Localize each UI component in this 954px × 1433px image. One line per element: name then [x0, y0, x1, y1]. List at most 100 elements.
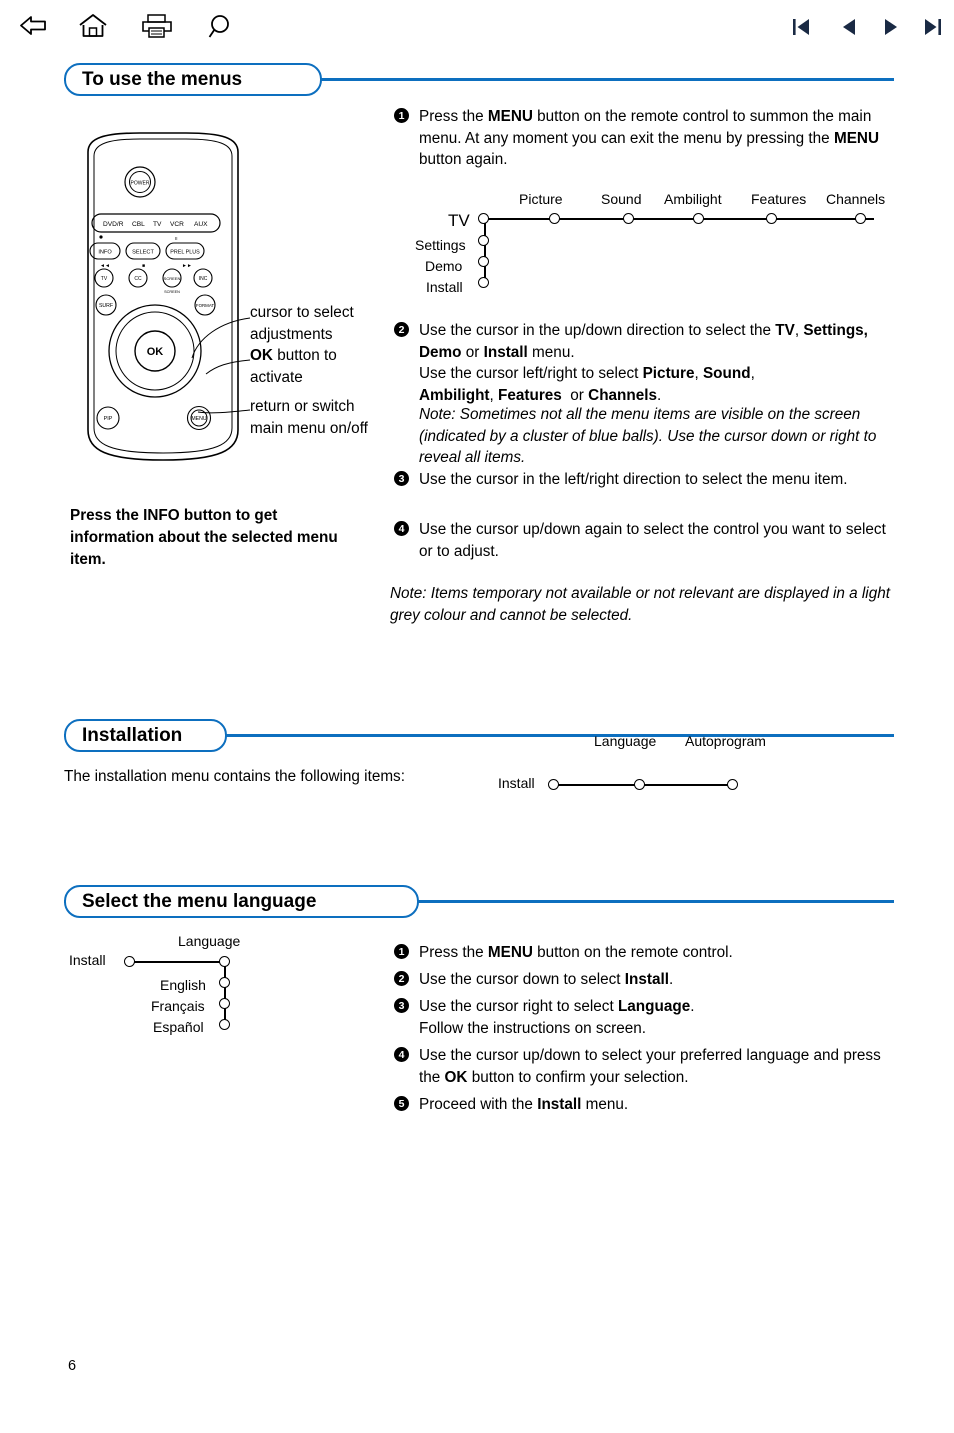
lang-step-bullet-4: 4: [394, 1047, 409, 1062]
step-4-label: Use the cursor up/down again to select t…: [419, 521, 886, 560]
step-bullet-2: 2: [394, 322, 409, 337]
lang-step-2-text: Use the cursor down to select Install.: [419, 971, 674, 988]
section-title-language-text: Select the menu language: [82, 891, 317, 912]
home-icon[interactable]: [78, 13, 108, 44]
step-1-text: Press the MENU button on the remote cont…: [419, 108, 879, 168]
previous-page-icon[interactable]: [838, 16, 860, 43]
tree-vline: [484, 218, 486, 286]
install-node-autoprogram: [727, 779, 738, 790]
tree-node-sound: [623, 213, 634, 224]
section-title-installation-text: Installation: [82, 725, 183, 746]
print-icon[interactable]: [140, 14, 174, 43]
callout-cursor: cursor to select adjustments: [250, 302, 390, 345]
tree-node-install: [478, 277, 489, 288]
step-bullet-4: 4: [394, 521, 409, 536]
info-button-note-text: Press the INFO button to get information…: [70, 507, 338, 568]
tree-node-tv: [478, 213, 489, 224]
tree-node-channels: [855, 213, 866, 224]
tree-node-demo: [478, 256, 489, 267]
svg-text:PIP: PIP: [104, 416, 113, 422]
svg-text:TV: TV: [101, 276, 108, 282]
svg-text:INC: INC: [199, 276, 208, 282]
lang-step-3-text: Use the cursor right to select Language.…: [419, 998, 695, 1037]
tree-row-tv: TV: [448, 211, 470, 230]
install-node-language: [634, 779, 645, 790]
step-bullet-3: 3: [394, 471, 409, 486]
callout-ok: OK button to activate: [250, 345, 400, 388]
installation-intro-text: The installation menu contains the follo…: [64, 768, 405, 785]
svg-text:CBL: CBL: [132, 221, 145, 228]
language-node-install: [124, 956, 135, 967]
tree-node-settings: [478, 235, 489, 246]
callout-ok-bold: OK: [250, 347, 273, 364]
svg-text:SELECT: SELECT: [132, 250, 154, 256]
info-button-note: Press the INFO button to get information…: [70, 505, 360, 571]
tree-col-features: Features: [751, 191, 807, 207]
svg-text:SURF: SURF: [99, 303, 113, 309]
svg-text:■: ■: [142, 263, 145, 269]
tree-node-ambilight: [693, 213, 704, 224]
svg-text:CC: CC: [134, 276, 142, 282]
viewer-toolbar: [0, 0, 954, 52]
step-2-text: Use the cursor in the up/down direction …: [419, 322, 868, 404]
callout-ok-line2: activate: [250, 368, 303, 386]
note-cluster: Note: Sometimes not all the menu items a…: [419, 404, 897, 469]
language-hline: [130, 961, 225, 963]
search-icon[interactable]: [208, 14, 236, 45]
language-vline: [224, 961, 226, 1027]
first-page-icon[interactable]: [790, 16, 812, 43]
tree-col-channels: Channels: [826, 191, 886, 207]
tree-row-demo: Demo: [425, 258, 463, 274]
install-col-autoprogram: Autoprogram: [685, 733, 766, 749]
section-title-language: Select the menu language: [64, 885, 419, 918]
svg-text:DVD/R: DVD/R: [103, 221, 124, 228]
callout-leaders: [191, 317, 251, 414]
callout-cursor-line1: cursor to select: [250, 304, 354, 321]
note-cluster-text: Note: Sometimes not all the menu items a…: [419, 406, 877, 466]
back-arrow-icon[interactable]: [18, 14, 48, 43]
note-grey: Note: Items temporary not available or n…: [390, 583, 898, 626]
callout-return-line2: main menu on/off: [250, 419, 368, 437]
tree-row-settings: Settings: [415, 237, 466, 253]
language-top-label: Language: [178, 933, 241, 949]
svg-text:INFO: INFO: [98, 250, 112, 256]
next-page-icon[interactable]: [880, 16, 902, 43]
svg-text:POWER: POWER: [131, 181, 150, 187]
lang-step-5-text: Proceed with the Install menu.: [419, 1096, 629, 1113]
svg-text:TV: TV: [153, 221, 162, 228]
svg-text:PREL PLUS: PREL PLUS: [170, 250, 200, 256]
callout-cursor-line2: adjustments: [250, 325, 333, 343]
callout-ok-rest: button to: [272, 347, 337, 364]
lang-step-bullet-5: 5: [394, 1096, 409, 1111]
language-node-english: [219, 977, 230, 988]
language-item-francais: Français: [151, 998, 205, 1014]
language-node-language: [219, 956, 230, 967]
tree-row-install: Install: [426, 279, 463, 295]
svg-text:►►: ►►: [182, 263, 192, 269]
tree-node-picture: [549, 213, 560, 224]
svg-text:SCREEN: SCREEN: [164, 290, 180, 294]
lang-step-bullet-3: 3: [394, 998, 409, 1013]
language-node-francais: [219, 998, 230, 1009]
section-title-menus: To use the menus: [64, 63, 322, 96]
svg-text:SCREEN: SCREEN: [164, 276, 181, 281]
callout-return-line1: return or switch: [250, 398, 355, 415]
lang-step-1-text: Press the MENU button on the remote cont…: [419, 944, 733, 961]
svg-text:AUX: AUX: [194, 221, 208, 228]
section-title-menus-text: To use the menus: [82, 69, 243, 90]
lang-step-bullet-1: 1: [394, 944, 409, 959]
step-bullet-1: 1: [394, 108, 409, 123]
document-page: To use the menus POWER DVD/R CBL TV VCR …: [0, 0, 954, 1433]
language-row-label: Install: [69, 952, 106, 968]
tree-hline: [484, 218, 874, 220]
callout-return: return or switch main menu on/off: [250, 396, 400, 439]
installation-intro: The installation menu contains the follo…: [64, 766, 484, 788]
svg-text:VCR: VCR: [170, 221, 184, 228]
last-page-icon[interactable]: [922, 16, 944, 43]
tree-col-picture: Picture: [519, 191, 563, 207]
language-item-espanol: Español: [153, 1019, 204, 1035]
page-number: 6: [68, 1358, 77, 1374]
tree-node-features: [766, 213, 777, 224]
tree-col-sound: Sound: [601, 191, 642, 207]
lang-step-bullet-2: 2: [394, 971, 409, 986]
